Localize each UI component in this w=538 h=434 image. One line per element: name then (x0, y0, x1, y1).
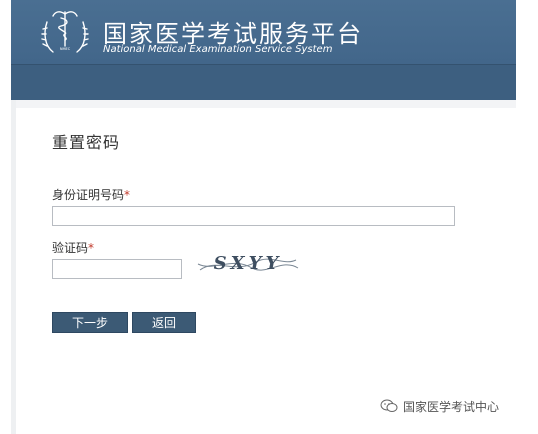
svg-text:NMEC: NMEC (60, 47, 71, 51)
captcha-label: 验证码* (52, 239, 94, 256)
content-top-strip (16, 100, 516, 108)
header-nav-bar (11, 64, 516, 100)
captcha-label-text: 验证码 (52, 241, 89, 255)
required-mark: * (124, 188, 131, 202)
watermark: 国家医学考试中心 (380, 397, 499, 415)
id-number-label-text: 身份证明号码 (52, 188, 125, 202)
page-title: 重置密码 (52, 133, 121, 152)
medical-emblem-icon: NMEC (41, 11, 89, 53)
left-gutter (11, 100, 16, 434)
required-mark: * (88, 241, 95, 255)
site-subtitle: National Medical Examination Service Sys… (103, 44, 333, 55)
captcha-image[interactable]: SXYY (196, 248, 300, 278)
id-number-input[interactable] (52, 206, 455, 226)
back-button[interactable]: 返回 (132, 312, 196, 333)
captcha-input[interactable] (52, 259, 182, 279)
captcha-text: SXYY (214, 253, 283, 274)
next-step-button[interactable]: 下一步 (52, 312, 128, 333)
watermark-text: 国家医学考试中心 (403, 399, 500, 414)
site-header: NMEC 国家医学考试服务平台 National Medical Examina… (11, 0, 516, 100)
id-number-label: 身份证明号码* (52, 186, 130, 203)
wechat-icon (380, 399, 398, 412)
